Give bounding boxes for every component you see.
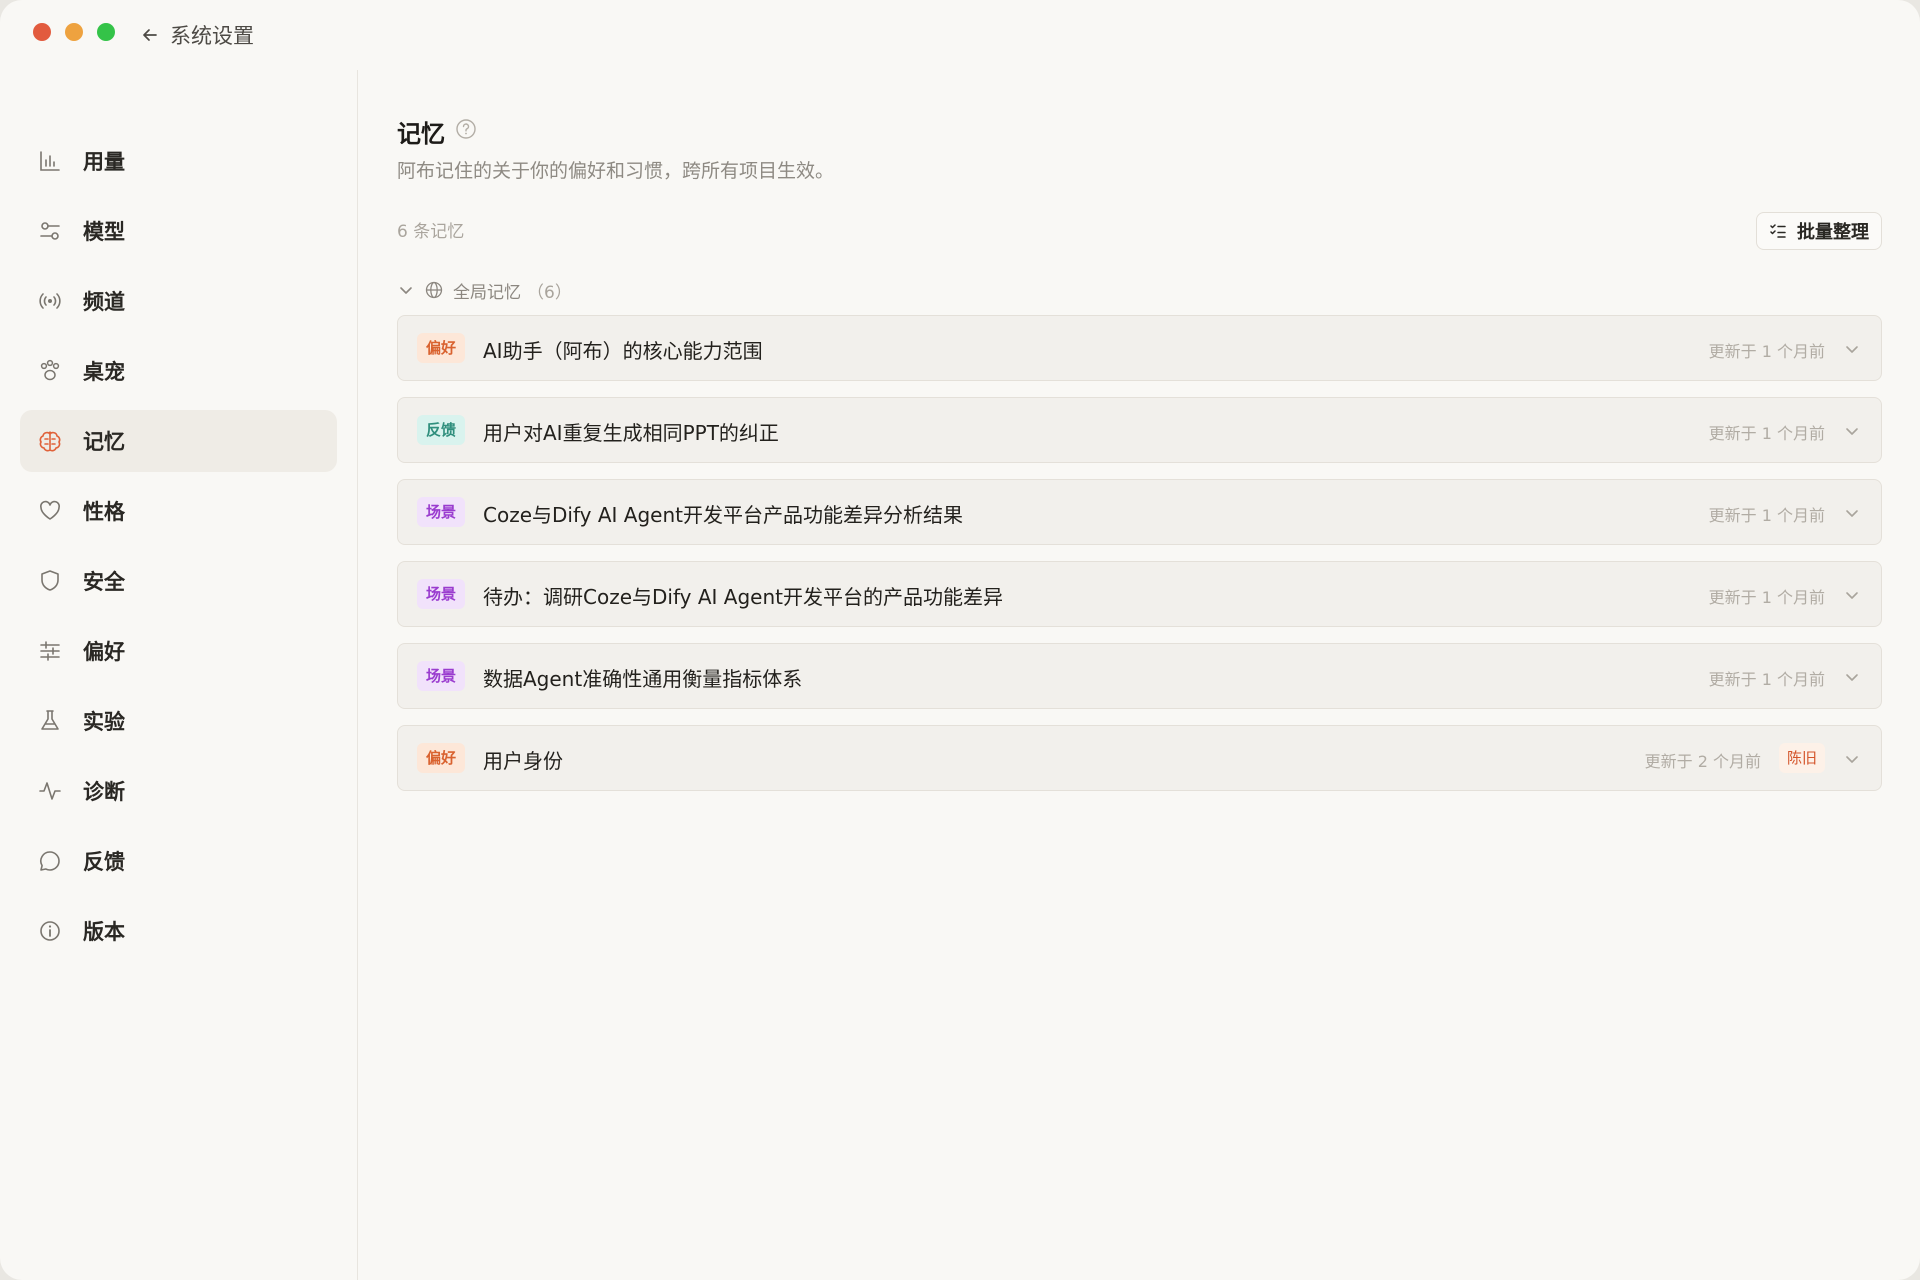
memory-updated: 更新于 1 个月前 [1708,670,1825,689]
memory-updated: 更新于 1 个月前 [1708,342,1825,361]
memory-tag: 场景 [417,497,466,527]
page-description: 阿布记住的关于你的偏好和习惯，跨所有项目生效。 [397,160,835,182]
question-circle-icon[interactable] [455,118,477,140]
chevron-down-icon[interactable] [1843,504,1861,522]
sidebar-item-version[interactable]: 版本 [20,900,337,962]
sidebar-item-diagnostics[interactable]: 诊断 [20,760,337,822]
memory-tag: 偏好 [417,333,466,363]
memory-title: 数据Agent准确性通用衡量指标体系 [483,667,803,691]
sliders-icon [37,638,63,664]
memory-item[interactable]: 场景 数据Agent准确性通用衡量指标体系 更新于 1 个月前 [397,643,1882,709]
shield-icon [37,568,63,594]
global-memory-group-toggle[interactable]: 全局记忆 （6） [397,277,572,303]
memory-title: AI助手（阿布）的核心能力范围 [483,339,763,363]
sidebar-item-label: 偏好 [83,640,125,664]
group-count: （6） [527,282,572,303]
memory-item[interactable]: 反馈 用户对AI重复生成相同PPT的纠正 更新于 1 个月前 [397,397,1882,463]
batch-organize-label: 批量整理 [1797,222,1869,243]
title-bar: 系统设置 [0,0,1920,70]
memory-updated: 更新于 1 个月前 [1708,506,1825,525]
sidebar-item-label: 反馈 [83,850,125,874]
memory-title: 用户对AI重复生成相同PPT的纠正 [483,421,779,445]
memory-tag: 场景 [417,579,466,609]
settings-window: 系统设置 用量 模型 频道 桌宠 记忆 性格 安全 偏好 实验 诊断 反馈 版本… [0,0,1920,1280]
memory-tag: 场景 [417,661,466,691]
sidebar-item-memory[interactable]: 记忆 [20,410,337,472]
sidebar-item-label: 性格 [83,500,125,524]
activity-icon [37,778,63,804]
minimize-window-button[interactable] [65,23,83,41]
brain-icon [37,428,63,454]
sidebar-item-desktop-pet[interactable]: 桌宠 [20,340,337,402]
bar-chart-icon [37,148,63,174]
sidebar-item-label: 安全 [83,570,125,594]
chat-bubble-icon [37,848,63,874]
memory-updated: 更新于 2 个月前 [1644,752,1761,771]
memory-title: 用户身份 [483,749,563,773]
memory-tag: 反馈 [417,415,466,445]
sidebar-item-label: 版本 [83,920,125,944]
memory-tag: 偏好 [417,743,466,773]
sidebar-item-label: 频道 [83,290,125,314]
info-icon [37,918,63,944]
sidebar-item-label: 用量 [83,150,125,174]
sidebar-item-channels[interactable]: 频道 [20,270,337,332]
sidebar-item-experiments[interactable]: 实验 [20,690,337,752]
broadcast-icon [37,288,63,314]
chevron-down-icon[interactable] [1843,340,1861,358]
sidebar-item-label: 实验 [83,710,125,734]
memory-list: 偏好 AI助手（阿布）的核心能力范围 更新于 1 个月前 反馈 用户对AI重复生… [397,315,1882,807]
sidebar-item-preferences[interactable]: 偏好 [20,620,337,682]
chevron-down-icon[interactable] [1843,750,1861,768]
sidebar-item-feedback[interactable]: 反馈 [20,830,337,892]
memory-updated: 更新于 1 个月前 [1708,424,1825,443]
memory-item[interactable]: 场景 待办：调研Coze与Dify AI Agent开发平台的产品功能差异 更新… [397,561,1882,627]
page-title: 记忆 [397,120,445,148]
memory-count: 6 条记忆 [397,222,465,242]
memory-item[interactable]: 偏好 AI助手（阿布）的核心能力范围 更新于 1 个月前 [397,315,1882,381]
close-window-button[interactable] [33,23,51,41]
flask-icon [37,708,63,734]
chevron-down-icon[interactable] [1843,422,1861,440]
memory-title: 待办：调研Coze与Dify AI Agent开发平台的产品功能差异 [483,585,1003,609]
sidebar-item-usage[interactable]: 用量 [20,130,337,192]
heart-icon [37,498,63,524]
batch-organize-button[interactable]: 批量整理 [1756,212,1882,250]
back-button[interactable]: 系统设置 [140,20,254,50]
globe-icon [425,281,443,299]
sidebar-item-label: 记忆 [83,430,125,454]
arrow-left-icon [143,29,157,41]
checklist-icon [1770,224,1786,238]
sidebar-item-label: 诊断 [83,780,125,804]
sidebar-item-label: 模型 [83,220,125,244]
window-title: 系统设置 [170,24,254,48]
stale-badge: 陈旧 [1778,743,1825,773]
sidebar-item-models[interactable]: 模型 [20,200,337,262]
chevron-down-icon[interactable] [1843,586,1861,604]
chevron-down-icon[interactable] [1843,668,1861,686]
maximize-window-button[interactable] [97,23,115,41]
memory-item[interactable]: 偏好 用户身份 更新于 2 个月前 陈旧 [397,725,1882,791]
sliders-toggle-icon [37,218,63,244]
memory-title: Coze与Dify AI Agent开发平台产品功能差异分析结果 [483,503,963,527]
sidebar-item-security[interactable]: 安全 [20,550,337,612]
sidebar-item-personality[interactable]: 性格 [20,480,337,542]
group-label: 全局记忆 （6） [453,282,572,303]
paw-icon [37,358,63,384]
memory-updated: 更新于 1 个月前 [1708,588,1825,607]
memory-item[interactable]: 场景 Coze与Dify AI Agent开发平台产品功能差异分析结果 更新于 … [397,479,1882,545]
sidebar-item-label: 桌宠 [83,360,125,384]
sidebar: 用量 模型 频道 桌宠 记忆 性格 安全 偏好 实验 诊断 反馈 版本 [0,70,358,1280]
chevron-down-icon [400,287,412,294]
